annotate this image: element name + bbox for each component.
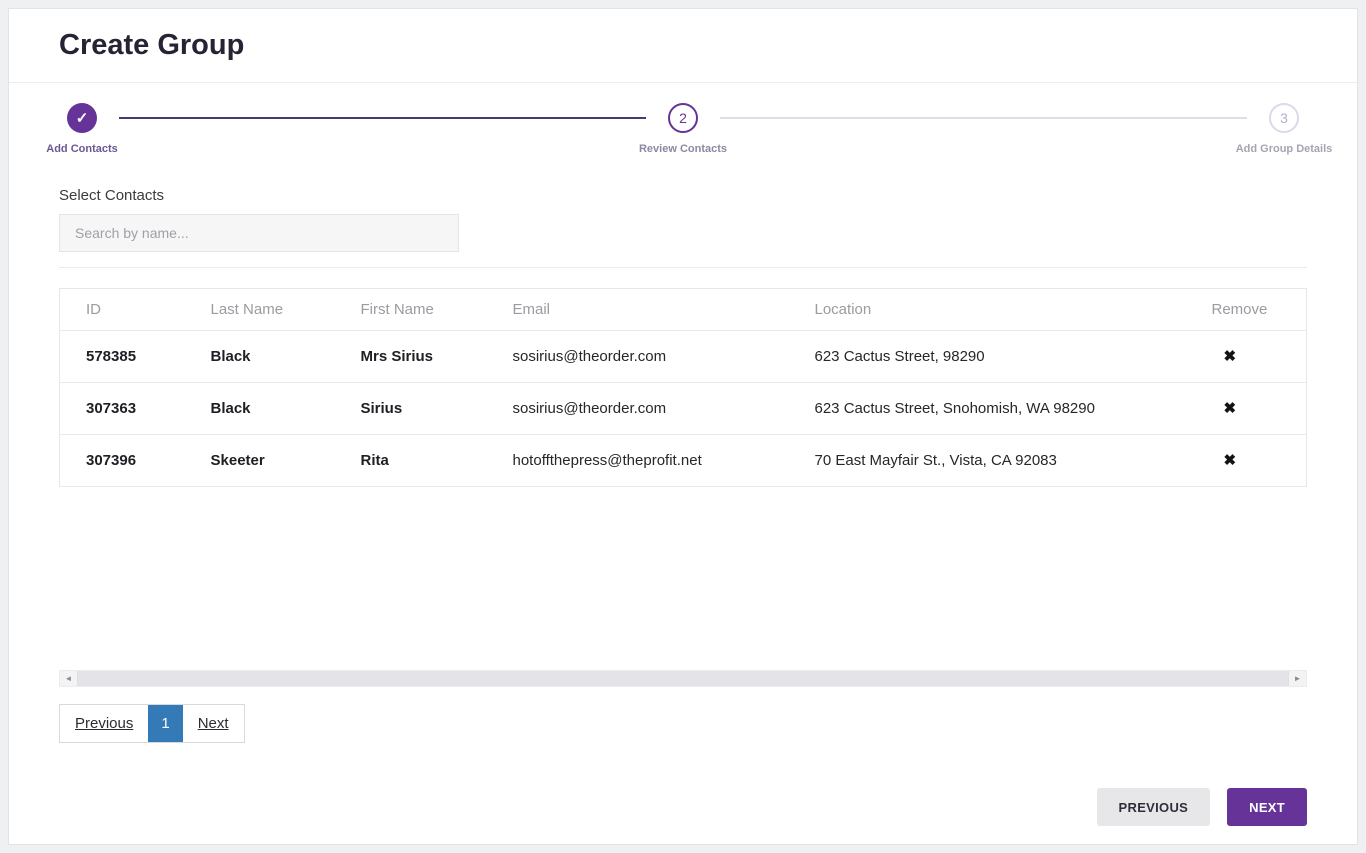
previous-step-button[interactable]: PREVIOUS xyxy=(1096,788,1211,826)
column-header-id: ID xyxy=(59,288,185,331)
column-header-first-name: First Name xyxy=(334,288,487,331)
remove-icon: ✖ xyxy=(1223,452,1237,469)
step-2-circle[interactable]: 2 xyxy=(668,103,698,133)
check-icon: ✓ xyxy=(75,109,89,127)
card-header: Create Group xyxy=(9,9,1357,83)
scroll-left-icon[interactable]: ◄ xyxy=(60,671,77,686)
remove-contact-button[interactable]: ✖ xyxy=(1218,397,1243,420)
content-area: Select Contacts ID Last Name First Name … xyxy=(9,161,1357,743)
table-row: 307363 Black Sirius sosirius@theorder.co… xyxy=(59,382,1307,435)
pagination-current-page[interactable]: 1 xyxy=(148,705,183,742)
section-divider xyxy=(59,267,1307,268)
cell-location: 623 Cactus Street, Snohomish, WA 98290 xyxy=(788,382,1186,435)
column-header-email: Email xyxy=(486,288,789,331)
horizontal-scrollbar[interactable]: ◄ ► xyxy=(59,670,1307,687)
cell-id: 578385 xyxy=(59,330,185,383)
page-title: Create Group xyxy=(59,29,245,61)
cell-id: 307396 xyxy=(59,434,185,487)
search-input[interactable] xyxy=(59,214,459,252)
wizard-stepper: ✓ 2 3 Add Contacts Review Contacts Add G… xyxy=(9,83,1357,161)
stepper-track: ✓ 2 3 xyxy=(59,103,1307,133)
select-contacts-label: Select Contacts xyxy=(59,187,165,204)
remove-contact-button[interactable]: ✖ xyxy=(1218,345,1243,368)
cell-first-name: Rita xyxy=(334,434,487,487)
cell-remove: ✖ xyxy=(1185,382,1307,435)
table-row: 578385 Black Mrs Sirius sosirius@theorde… xyxy=(59,330,1307,383)
step-1-label: Add Contacts xyxy=(46,143,118,155)
cell-remove: ✖ xyxy=(1185,330,1307,383)
stepper-connector-done xyxy=(119,117,646,119)
column-header-last-name: Last Name xyxy=(184,288,335,331)
wizard-footer: PREVIOUS NEXT xyxy=(9,788,1357,844)
step-2-label: Review Contacts xyxy=(638,143,728,155)
next-step-button[interactable]: NEXT xyxy=(1227,788,1307,826)
stepper-labels: Add Contacts Review Contacts Add Group D… xyxy=(46,143,1332,161)
column-header-remove: Remove xyxy=(1185,288,1307,331)
cell-email: hotoffthepress@theprofit.net xyxy=(486,434,789,487)
pagination-previous[interactable]: Previous xyxy=(60,705,149,742)
cell-last-name: Skeeter xyxy=(184,434,335,487)
page: Create Group ✓ 2 3 Add Contacts Review C… xyxy=(0,0,1366,853)
cell-last-name: Black xyxy=(184,382,335,435)
table-header-row: ID Last Name First Name Email Location R… xyxy=(59,288,1307,331)
step-1-circle[interactable]: ✓ xyxy=(67,103,97,133)
step-3-circle[interactable]: 3 xyxy=(1269,103,1299,133)
cell-last-name: Black xyxy=(184,330,335,383)
cell-remove: ✖ xyxy=(1185,434,1307,487)
column-header-location: Location xyxy=(788,288,1186,331)
scrollbar-thumb[interactable] xyxy=(77,671,1289,686)
cell-email: sosirius@theorder.com xyxy=(486,330,789,383)
stepper-connector-todo xyxy=(720,117,1247,119)
cell-email: sosirius@theorder.com xyxy=(486,382,789,435)
cell-id: 307363 xyxy=(59,382,185,435)
remove-contact-button[interactable]: ✖ xyxy=(1218,449,1243,472)
contacts-table: ID Last Name First Name Email Location R… xyxy=(59,288,1307,487)
create-group-card: Create Group ✓ 2 3 Add Contacts Review C… xyxy=(8,8,1358,845)
cell-location: 70 East Mayfair St., Vista, CA 92083 xyxy=(788,434,1186,487)
pagination-next[interactable]: Next xyxy=(182,705,244,742)
scroll-right-icon[interactable]: ► xyxy=(1289,671,1306,686)
cell-first-name: Sirius xyxy=(334,382,487,435)
pagination: Previous 1 Next xyxy=(59,704,245,743)
cell-location: 623 Cactus Street, 98290 xyxy=(788,330,1186,383)
remove-icon: ✖ xyxy=(1223,348,1237,365)
table-row: 307396 Skeeter Rita hotoffthepress@thepr… xyxy=(59,434,1307,487)
cell-first-name: Mrs Sirius xyxy=(334,330,487,383)
remove-icon: ✖ xyxy=(1223,400,1237,417)
step-2-number: 2 xyxy=(679,110,687,126)
step-3-number: 3 xyxy=(1280,110,1288,126)
step-3-label: Add Group Details xyxy=(1235,143,1333,155)
